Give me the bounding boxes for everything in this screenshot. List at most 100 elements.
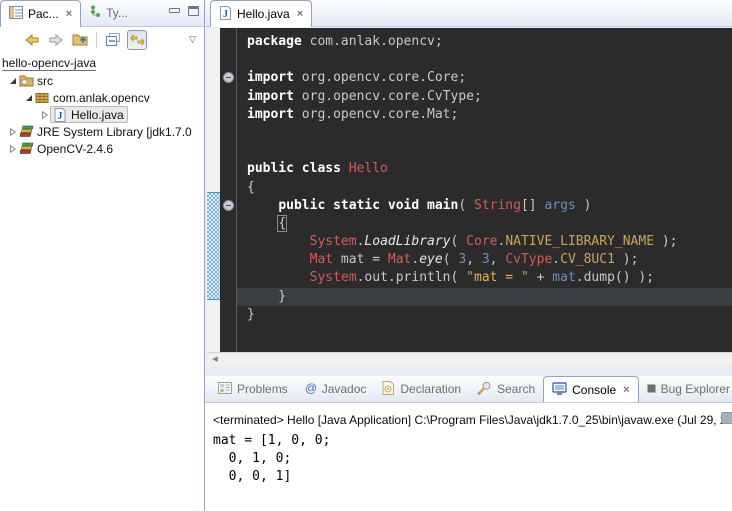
collapse-all-button[interactable] (103, 30, 123, 50)
code-line[interactable] (247, 51, 732, 69)
problems-icon (218, 382, 232, 397)
toolbar-separator (96, 32, 97, 48)
code-line[interactable] (247, 124, 732, 142)
minimize-icon[interactable] (169, 8, 180, 13)
code-line[interactable]: System.out.println( "mat = " + mat.dump(… (247, 269, 732, 287)
up-folder-icon (72, 32, 89, 48)
code-line[interactable]: { (247, 179, 732, 197)
collapsed-arrow-icon[interactable] (8, 128, 18, 136)
search-icon (477, 381, 492, 398)
code-line[interactable]: { (247, 215, 732, 233)
tree-item-label: src (37, 74, 53, 88)
src-folder-icon (18, 74, 34, 87)
tab-label: Problems (237, 382, 288, 396)
expanded-arrow-icon[interactable] (8, 77, 18, 85)
tree-item-opencv-2-4-6[interactable]: OpenCV-2.4.6 (0, 140, 204, 157)
javadoc-icon: @ (304, 381, 317, 397)
folding-ruler (220, 28, 237, 352)
code-line[interactable]: import org.opencv.core.CvType; (247, 88, 732, 106)
back-button[interactable] (22, 30, 42, 50)
svg-text:@: @ (305, 381, 317, 394)
code-line[interactable] (247, 142, 732, 160)
fold-collapse-icon[interactable] (223, 200, 234, 211)
code-line[interactable]: package com.anlak.opencv; (247, 33, 732, 51)
svg-text:J: J (58, 111, 63, 122)
editor-horizontal-scrollbar[interactable]: ◀ (207, 352, 732, 366)
fold-collapse-icon[interactable] (223, 72, 234, 83)
tab-label: Javadoc (322, 382, 367, 396)
bottom-tab-javadoc[interactable]: @ Javadoc (296, 376, 375, 402)
tab-label: Pac... (28, 7, 59, 21)
svg-text:J: J (223, 9, 228, 20)
code-line[interactable]: import org.opencv.core.Core; (247, 69, 732, 87)
bottom-tab-problems[interactable]: Problems (210, 376, 296, 402)
close-icon[interactable]: × (66, 8, 72, 20)
editor-tabbar: J Hello.java × (206, 0, 732, 27)
code-line[interactable]: Mat mat = Mat.eye( 3, 3, CvType.CV_8UC1 … (247, 251, 732, 269)
bottom-tab-search[interactable]: Search (469, 376, 543, 402)
bottom-tabbar: Problems @ Javadoc Declaration Search Console… (205, 376, 732, 403)
bottom-tab-declaration[interactable]: Declaration (374, 376, 469, 402)
editor-tab-hello-java[interactable]: J Hello.java × (210, 0, 312, 27)
code-line[interactable]: } (247, 306, 732, 324)
left-panel-tab-ty[interactable]: Ty... (81, 0, 136, 26)
tab-label: Search (497, 382, 535, 396)
collapse-all-icon (105, 32, 121, 48)
up-button[interactable] (70, 30, 90, 50)
code-line[interactable]: System.LoadLibrary( Core.NATIVE_LIBRARY_… (247, 233, 732, 251)
link-with-editor-icon (130, 33, 145, 47)
view-menu-icon[interactable]: ▽ (189, 34, 196, 45)
library-icon (18, 125, 34, 138)
console-icon (552, 382, 567, 398)
bottom-tab-bug-explorer[interactable]: Bug Explorer (639, 376, 732, 402)
tree-item-label: JRE System Library [jdk1.7.0 (37, 125, 192, 139)
package-explorer-panel: Pac...×Ty... ▽ hello-opencv-javasr (0, 0, 205, 511)
code-line[interactable]: import org.opencv.core.Mat; (247, 106, 732, 124)
package-explorer-toolbar: ▽ (0, 27, 204, 52)
tree-item-label: hello-opencv-java (2, 56, 96, 71)
selected-range-indicator (207, 192, 220, 300)
collapsed-arrow-icon[interactable] (40, 111, 50, 119)
close-icon[interactable]: × (623, 384, 629, 396)
maximize-icon[interactable] (188, 6, 199, 16)
tree-item-com-anlak-opencv[interactable]: com.anlak.opencv (0, 89, 204, 106)
left-panel-tab-pac[interactable]: Pac... × (0, 0, 81, 27)
console-caption: <terminated> Hello [Java Application] C:… (213, 413, 732, 427)
tab-label: Bug Explorer (661, 382, 730, 396)
bottom-tab-console[interactable]: Console× (543, 376, 638, 403)
forward-button[interactable] (46, 30, 66, 50)
annotation-ruler (207, 28, 220, 352)
library-icon (18, 142, 34, 155)
code-line[interactable]: public static void main( String[] args ) (247, 197, 732, 215)
tree-item-hello-java[interactable]: J Hello.java (0, 106, 204, 123)
java-file-icon: J (52, 108, 68, 122)
bug-icon (647, 382, 656, 396)
tree-item-label: Hello.java (71, 108, 124, 122)
code-line-current[interactable]: } (237, 288, 732, 306)
code-lines[interactable]: package com.anlak.opencv; import org.open… (237, 28, 732, 352)
tab-label: Ty... (106, 6, 128, 20)
editor-tab-close-icon[interactable]: × (297, 8, 303, 20)
eclipse-window: Pac...×Ty... ▽ hello-opencv-javasr (0, 0, 732, 511)
project-tree: hello-opencv-java srccom.anlak.opencv J Hel… (0, 52, 204, 157)
tree-item-hello-opencv-java[interactable]: hello-opencv-java (0, 55, 204, 72)
link-with-editor-button[interactable] (127, 30, 147, 50)
selected-tree-item: J Hello.java (50, 106, 128, 123)
package-icon (34, 92, 50, 104)
console-toolbar-icon[interactable] (721, 412, 732, 424)
tree-item-jre-system-library-jdk1-7-0[interactable]: JRE System Library [jdk1.7.0 (0, 123, 204, 140)
collapsed-arrow-icon[interactable] (8, 145, 18, 153)
declaration-icon (382, 381, 395, 398)
scroll-left-icon[interactable]: ◀ (207, 353, 223, 367)
code-line[interactable]: public class Hello (247, 160, 732, 178)
tree-item-label: OpenCV-2.4.6 (37, 142, 113, 156)
console-output: mat = [1, 0, 0; 0, 1, 0; 0, 0, 1] (213, 432, 732, 486)
forward-arrow-icon (48, 32, 64, 48)
tree-item-src[interactable]: src (0, 72, 204, 89)
code-editor[interactable]: package com.anlak.opencv; import org.open… (207, 28, 732, 352)
java-file-icon: J (219, 6, 232, 23)
back-arrow-icon (24, 32, 40, 48)
tree-item-label: com.anlak.opencv (53, 91, 150, 105)
expanded-arrow-icon[interactable] (24, 94, 34, 102)
editor-tab-label: Hello.java (237, 7, 290, 21)
